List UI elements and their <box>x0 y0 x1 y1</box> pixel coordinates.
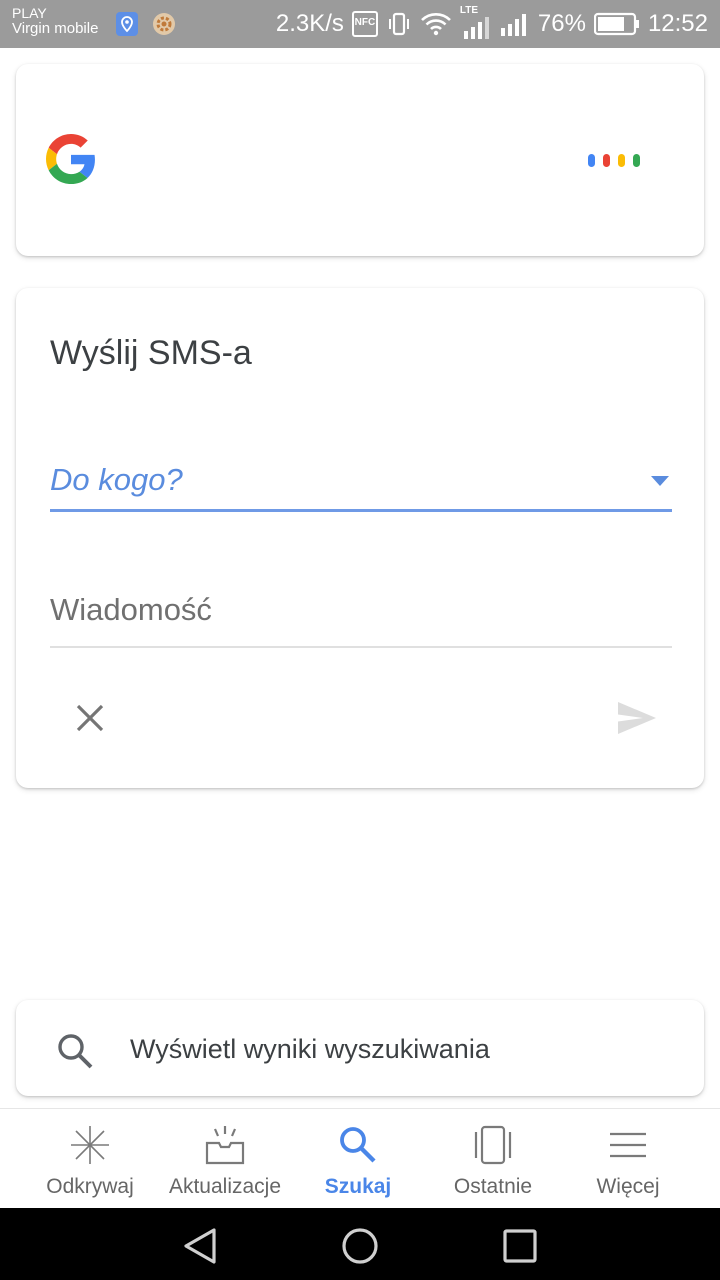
nav-item-more[interactable]: Więcej <box>556 1109 700 1209</box>
clock: 12:52 <box>647 10 708 37</box>
nav-item-search[interactable]: Szukaj <box>286 1109 430 1209</box>
nav-item-discover[interactable]: Odkrywaj <box>18 1109 162 1209</box>
sms-card-title: Wyślij SMS-a <box>50 334 252 372</box>
inbox-icon <box>205 1125 245 1165</box>
assistant-dot <box>618 154 625 167</box>
assistant-dot <box>588 154 595 167</box>
assistant-card <box>16 64 704 256</box>
recipient-field[interactable]: Do kogo? <box>50 458 672 512</box>
vibrate-icon <box>386 11 412 37</box>
system-navigation-bar <box>0 1208 720 1280</box>
nav-label: Ostatnie <box>453 1175 533 1198</box>
signal-icon <box>500 12 530 36</box>
nav-label: Szukaj <box>324 1175 392 1198</box>
carrier-sub-name: Virgin mobile <box>12 20 99 37</box>
search-icon <box>338 1125 378 1165</box>
bottom-navigation: Odkrywaj Aktualizacje Szukaj Ostatnie Wi… <box>0 1108 720 1208</box>
assistant-dots-icon[interactable] <box>588 154 640 167</box>
nav-label: Odkrywaj <box>46 1175 134 1198</box>
nfc-icon: NFC <box>351 11 378 37</box>
search-icon <box>56 1032 94 1075</box>
settings-app-icon <box>152 12 176 41</box>
lte-signal-icon: LTE <box>460 5 492 39</box>
recent-cards-icon <box>473 1125 513 1165</box>
status-bar: PLAY Virgin mobile 2.3K/s NFC LTE 76% 12… <box>0 0 720 48</box>
show-search-results-card[interactable]: Wyświetl wyniki wyszukiwania <box>16 1000 704 1096</box>
carrier-name: PLAY <box>12 5 47 21</box>
recent-apps-icon[interactable] <box>500 1226 540 1266</box>
back-icon[interactable] <box>180 1226 220 1266</box>
home-icon[interactable] <box>340 1226 380 1266</box>
carrier-info: PLAY Virgin mobile <box>12 5 98 37</box>
battery-percent: 76% <box>537 10 586 37</box>
message-placeholder: Wiadomość <box>50 592 212 627</box>
sparkle-icon <box>70 1125 110 1165</box>
nav-item-updates[interactable]: Aktualizacje <box>153 1109 297 1209</box>
battery-icon <box>593 12 640 36</box>
close-icon[interactable] <box>70 698 110 738</box>
nav-item-recent[interactable]: Ostatnie <box>421 1109 565 1209</box>
send-icon[interactable] <box>614 698 658 738</box>
location-app-icon <box>116 12 138 41</box>
wifi-icon <box>420 11 452 37</box>
message-field[interactable]: Wiadomość <box>50 588 672 648</box>
nav-label: Aktualizacje <box>168 1175 282 1198</box>
menu-icon <box>608 1125 648 1165</box>
network-speed: 2.3K/s <box>275 10 344 37</box>
send-sms-card: Wyślij SMS-a Do kogo? Wiadomość <box>16 288 704 788</box>
assistant-dot <box>603 154 610 167</box>
show-search-results-label: Wyświetl wyniki wyszukiwania <box>130 1034 490 1064</box>
recipient-placeholder: Do kogo? <box>50 462 183 497</box>
assistant-dot <box>633 154 640 167</box>
dropdown-arrow-icon[interactable] <box>650 474 670 492</box>
google-g-icon[interactable] <box>46 134 96 189</box>
nav-label: Więcej <box>596 1175 660 1198</box>
